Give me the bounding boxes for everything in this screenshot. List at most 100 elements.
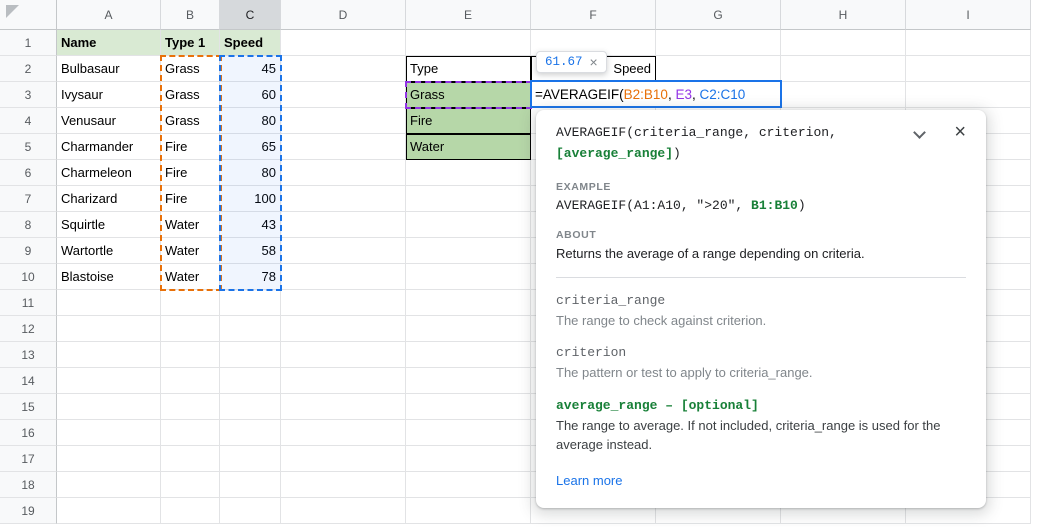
cell-A9[interactable]: Wartortle [57, 238, 161, 264]
cell-E15[interactable] [406, 394, 531, 420]
row-header-7[interactable]: 7 [0, 186, 57, 212]
cell-A4[interactable]: Venusaur [57, 108, 161, 134]
cell-C13[interactable] [220, 342, 281, 368]
chevron-down-icon[interactable] [913, 126, 926, 139]
cell-B4[interactable]: Grass [161, 108, 220, 134]
cell-B10[interactable]: Water [161, 264, 220, 290]
cell-A18[interactable] [57, 472, 161, 498]
cell-A1[interactable]: Name [57, 30, 161, 56]
cell-D9[interactable] [281, 238, 406, 264]
cell-H1[interactable] [781, 30, 906, 56]
cell-B16[interactable] [161, 420, 220, 446]
cell-C1[interactable]: Speed [220, 30, 281, 56]
cell-G2[interactable] [656, 56, 781, 82]
cell-E12[interactable] [406, 316, 531, 342]
cell-A13[interactable] [57, 342, 161, 368]
cell-C12[interactable] [220, 316, 281, 342]
cell-A10[interactable]: Blastoise [57, 264, 161, 290]
cell-C9[interactable]: 58 [220, 238, 281, 264]
column-header-E[interactable]: E [406, 0, 531, 30]
cell-E10[interactable] [406, 264, 531, 290]
cell-B7[interactable]: Fire [161, 186, 220, 212]
cell-D15[interactable] [281, 394, 406, 420]
cell-A3[interactable]: Ivysaur [57, 82, 161, 108]
cell-E8[interactable] [406, 212, 531, 238]
cell-A8[interactable]: Squirtle [57, 212, 161, 238]
cell-E17[interactable] [406, 446, 531, 472]
column-header-G[interactable]: G [656, 0, 781, 30]
cell-E13[interactable] [406, 342, 531, 368]
cell-A6[interactable]: Charmeleon [57, 160, 161, 186]
cell-E5[interactable]: Water [406, 134, 531, 160]
column-header-I[interactable]: I [906, 0, 1031, 30]
row-header-2[interactable]: 2 [0, 56, 57, 82]
row-header-4[interactable]: 4 [0, 108, 57, 134]
cell-B18[interactable] [161, 472, 220, 498]
cell-E16[interactable] [406, 420, 531, 446]
row-header-17[interactable]: 17 [0, 446, 57, 472]
cell-D19[interactable] [281, 498, 406, 524]
cell-A12[interactable] [57, 316, 161, 342]
cell-B13[interactable] [161, 342, 220, 368]
cell-A17[interactable] [57, 446, 161, 472]
cell-H3[interactable] [781, 82, 906, 108]
cell-B12[interactable] [161, 316, 220, 342]
cell-C15[interactable] [220, 394, 281, 420]
cell-E1[interactable] [406, 30, 531, 56]
cell-D18[interactable] [281, 472, 406, 498]
cell-A2[interactable]: Bulbasaur [57, 56, 161, 82]
cell-C14[interactable] [220, 368, 281, 394]
cell-D16[interactable] [281, 420, 406, 446]
cell-E2[interactable]: Type [406, 56, 531, 82]
row-header-13[interactable]: 13 [0, 342, 57, 368]
cell-B5[interactable]: Fire [161, 134, 220, 160]
learn-more-link[interactable]: Learn more [556, 473, 622, 488]
cell-A7[interactable]: Charizard [57, 186, 161, 212]
row-header-19[interactable]: 19 [0, 498, 57, 524]
row-header-12[interactable]: 12 [0, 316, 57, 342]
cell-B14[interactable] [161, 368, 220, 394]
column-header-B[interactable]: B [161, 0, 220, 30]
cell-D12[interactable] [281, 316, 406, 342]
column-header-H[interactable]: H [781, 0, 906, 30]
cell-E6[interactable] [406, 160, 531, 186]
row-header-5[interactable]: 5 [0, 134, 57, 160]
row-header-15[interactable]: 15 [0, 394, 57, 420]
cell-D17[interactable] [281, 446, 406, 472]
cell-A5[interactable]: Charmander [57, 134, 161, 160]
cell-H2[interactable] [781, 56, 906, 82]
cell-E18[interactable] [406, 472, 531, 498]
row-header-8[interactable]: 8 [0, 212, 57, 238]
row-header-6[interactable]: 6 [0, 160, 57, 186]
row-header-18[interactable]: 18 [0, 472, 57, 498]
column-header-F[interactable]: F [531, 0, 656, 30]
cell-E3[interactable]: Grass [406, 82, 531, 108]
cell-A16[interactable] [57, 420, 161, 446]
cell-C6[interactable]: 80 [220, 160, 281, 186]
cell-I1[interactable] [906, 30, 1031, 56]
cell-I2[interactable] [906, 56, 1031, 82]
cell-D14[interactable] [281, 368, 406, 394]
cell-D6[interactable] [281, 160, 406, 186]
cell-C17[interactable] [220, 446, 281, 472]
cell-C10[interactable]: 78 [220, 264, 281, 290]
cell-G1[interactable] [656, 30, 781, 56]
column-header-C[interactable]: C [220, 0, 281, 30]
row-header-10[interactable]: 10 [0, 264, 57, 290]
cell-B2[interactable]: Grass [161, 56, 220, 82]
cell-B9[interactable]: Water [161, 238, 220, 264]
row-header-11[interactable]: 11 [0, 290, 57, 316]
select-all-corner[interactable] [0, 0, 57, 30]
cell-D2[interactable] [281, 56, 406, 82]
cell-E19[interactable] [406, 498, 531, 524]
cell-C4[interactable]: 80 [220, 108, 281, 134]
cell-B6[interactable]: Fire [161, 160, 220, 186]
cell-C19[interactable] [220, 498, 281, 524]
cell-E7[interactable] [406, 186, 531, 212]
cell-B3[interactable]: Grass [161, 82, 220, 108]
close-icon[interactable]: × [954, 122, 966, 142]
cell-B1[interactable]: Type 1 [161, 30, 220, 56]
cell-A14[interactable] [57, 368, 161, 394]
cell-D7[interactable] [281, 186, 406, 212]
cell-B19[interactable] [161, 498, 220, 524]
